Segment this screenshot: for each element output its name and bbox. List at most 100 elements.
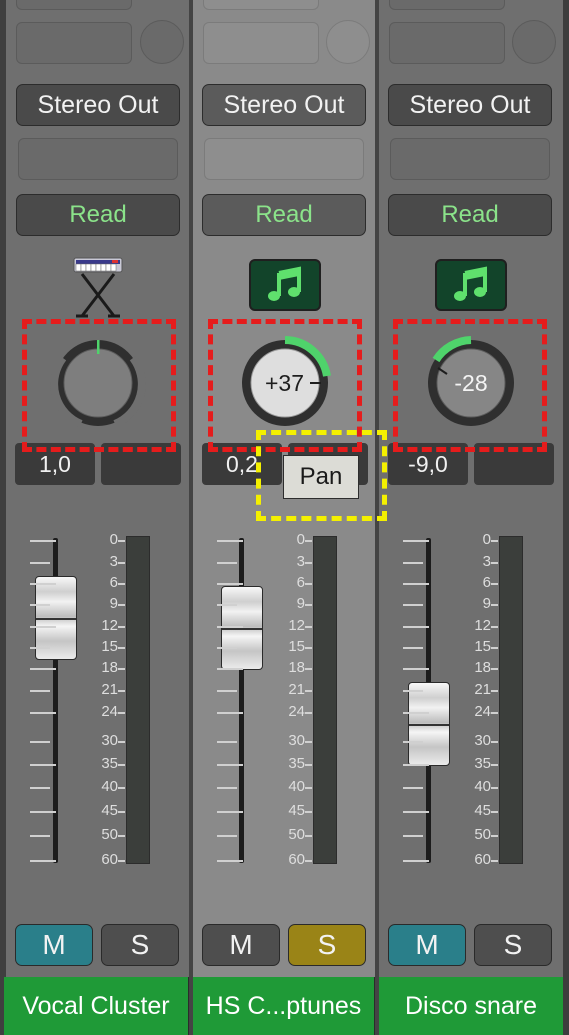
solo-button[interactable]: S xyxy=(288,924,366,966)
top-slot-partial xyxy=(389,0,505,10)
meter-scale-label: 45 xyxy=(101,802,118,819)
meter-tick xyxy=(491,811,498,813)
insert-slot[interactable] xyxy=(389,22,505,64)
fader-tick-left xyxy=(403,860,429,862)
top-slot-partial xyxy=(203,0,319,10)
meter-scale-label: 30 xyxy=(101,732,118,749)
send-knob-slot[interactable] xyxy=(326,20,370,64)
send-knob-slot[interactable] xyxy=(512,20,556,64)
channel-name[interactable]: HS C...ptunes xyxy=(193,977,376,1035)
fader-tick-left xyxy=(30,562,50,564)
fader-tick-left xyxy=(217,668,243,670)
meter-tick xyxy=(305,562,312,564)
meter-tick xyxy=(305,860,312,862)
pan-knob[interactable] xyxy=(43,328,153,438)
fader-tick-left xyxy=(403,811,429,813)
channel-strip-vocal-cluster: Stereo Out Read 1,0 0 3 6 9 12 15 18 21 … xyxy=(4,0,190,1035)
keyboard-stand-icon[interactable] xyxy=(68,254,128,320)
meter-scale-label: 50 xyxy=(474,826,491,843)
meter-scale-label: 9 xyxy=(109,595,118,612)
automation-mode-button[interactable]: Read xyxy=(388,194,552,236)
meter-scale-label: 24 xyxy=(474,703,491,720)
fader-tick-left xyxy=(30,741,50,743)
meter-tick xyxy=(491,604,498,606)
meter-scale-label: 6 xyxy=(296,574,305,591)
top-slot-partial xyxy=(16,0,132,10)
volume-readout[interactable]: -9,0 xyxy=(388,443,468,485)
meter-scale-label: 21 xyxy=(101,681,118,698)
volume-fader-cap[interactable] xyxy=(408,682,450,766)
meter-tick xyxy=(118,626,125,628)
insert-slot[interactable] xyxy=(203,22,319,64)
meter-tick xyxy=(118,604,125,606)
group-slot[interactable] xyxy=(204,138,364,180)
channel-strip-disco-snare: Stereo Out Read -28 -9,0 0 3 6 9 12 15 1… xyxy=(379,0,563,1035)
fader-tick-left xyxy=(217,811,243,813)
channel-name[interactable]: Disco snare xyxy=(379,977,563,1035)
insert-slot[interactable] xyxy=(16,22,132,64)
fader-tick-left xyxy=(403,835,423,837)
pan-value-label: +37 xyxy=(264,369,304,396)
volume-readout[interactable]: 0,2 xyxy=(202,443,282,485)
automation-mode-button[interactable]: Read xyxy=(16,194,180,236)
fader-tick-left xyxy=(217,787,237,789)
fader-tick-left xyxy=(30,787,50,789)
fader-tick-left xyxy=(403,668,429,670)
fader-tick-left xyxy=(30,835,50,837)
channel-name[interactable]: Vocal Cluster xyxy=(4,977,190,1035)
pan-knob[interactable]: -28 xyxy=(416,328,526,438)
automation-mode-button[interactable]: Read xyxy=(202,194,366,236)
volume-readout[interactable]: 1,0 xyxy=(15,443,95,485)
meter-tick xyxy=(491,712,498,714)
meter-tick xyxy=(305,811,312,813)
output-button[interactable]: Stereo Out xyxy=(202,84,366,126)
meter-scale-label: 30 xyxy=(288,732,305,749)
fader-tick-left xyxy=(217,583,243,585)
meter-scale-label: 15 xyxy=(288,638,305,655)
mute-button[interactable]: M xyxy=(15,924,93,966)
meter-tick xyxy=(305,690,312,692)
output-button[interactable]: Stereo Out xyxy=(16,84,180,126)
fader-tick-left xyxy=(403,647,423,649)
pan-tooltip: Pan xyxy=(283,455,359,499)
meter-tick xyxy=(118,690,125,692)
mute-button[interactable]: M xyxy=(202,924,280,966)
meter-tick xyxy=(491,626,498,628)
group-slot[interactable] xyxy=(18,138,178,180)
solo-button[interactable]: S xyxy=(101,924,179,966)
peak-readout[interactable] xyxy=(474,443,554,485)
fader-tick-left xyxy=(30,668,56,670)
meter-tick xyxy=(305,583,312,585)
meter-tick xyxy=(305,835,312,837)
solo-button[interactable]: S xyxy=(474,924,552,966)
peak-readout[interactable] xyxy=(101,443,181,485)
meter-tick xyxy=(118,668,125,670)
meter-scale-label: 24 xyxy=(288,703,305,720)
meter-tick xyxy=(305,668,312,670)
mute-button[interactable]: M xyxy=(388,924,466,966)
meter-tick xyxy=(491,835,498,837)
fader-tick-left xyxy=(30,604,50,606)
fader-tick-left xyxy=(403,712,429,714)
fader-tick-left xyxy=(403,540,429,542)
meter-scale-label: 15 xyxy=(474,638,491,655)
fader-tick-left xyxy=(217,764,243,766)
meter-scale-label: 45 xyxy=(474,802,491,819)
pan-knob[interactable]: +37 xyxy=(230,328,340,438)
mixer-window: Stereo Out Read 1,0 0 3 6 9 12 15 18 21 … xyxy=(0,0,569,1035)
fader-tick-left xyxy=(30,690,50,692)
output-button[interactable]: Stereo Out xyxy=(388,84,552,126)
meter-scale-label: 9 xyxy=(296,595,305,612)
meter-scale-label: 60 xyxy=(101,851,118,868)
track-icon-button[interactable] xyxy=(435,259,507,311)
fader-tick-left xyxy=(30,583,56,585)
volume-fader-cap[interactable] xyxy=(221,586,263,670)
meter-tick xyxy=(491,741,498,743)
channel-strip-hs-chiptunes: Stereo Out Read +37 0,2 0 3 6 9 12 15 18… xyxy=(193,0,376,1035)
track-icon-button[interactable] xyxy=(248,259,321,311)
meter-tick xyxy=(118,787,125,789)
send-knob-slot[interactable] xyxy=(140,20,184,64)
meter-tick xyxy=(118,860,125,862)
meter-scale-label: 6 xyxy=(109,574,118,591)
group-slot[interactable] xyxy=(390,138,550,180)
